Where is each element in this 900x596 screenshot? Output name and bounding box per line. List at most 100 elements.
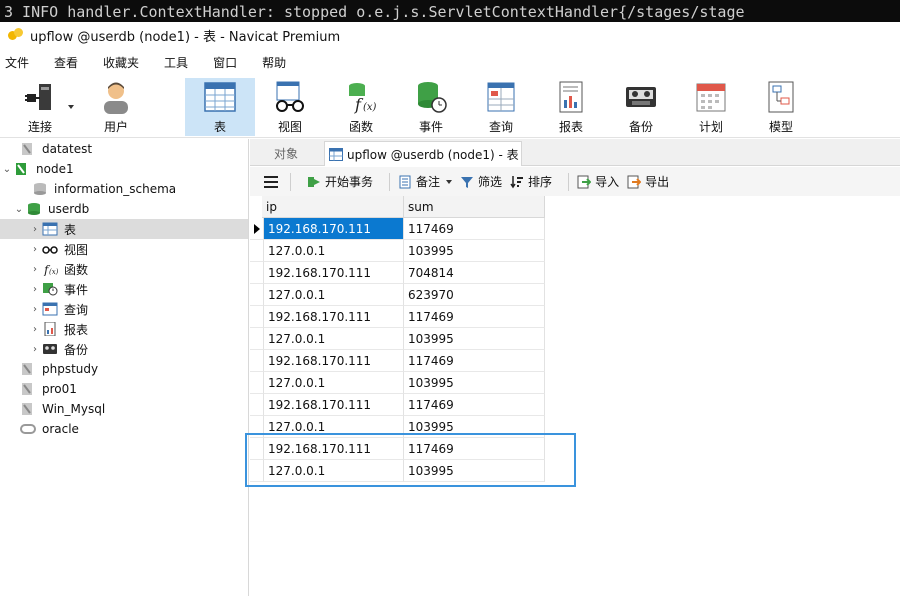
tree-item-phpstudy[interactable]: phpstudy <box>0 359 248 379</box>
row-marker[interactable] <box>250 284 264 306</box>
oracle-connection-icon <box>20 422 36 436</box>
import-icon <box>577 175 592 189</box>
chevron-right-icon[interactable]: › <box>30 224 40 235</box>
begin-transaction-button[interactable]: 开始事务 <box>307 173 373 190</box>
tab-upflow-table[interactable]: upflow @userdb (node1) - 表 <box>324 141 522 166</box>
report-icon <box>554 80 588 114</box>
current-row-indicator[interactable] <box>250 218 264 240</box>
chevron-right-icon[interactable]: › <box>30 244 40 255</box>
chevron-down-icon[interactable]: ⌄ <box>2 164 12 175</box>
tree-item-queries[interactable]: › 查询 <box>0 299 248 319</box>
view-glasses-icon <box>42 242 58 256</box>
cell-sum[interactable]: 704814 <box>404 262 545 284</box>
tree-item-information-schema[interactable]: information_schema <box>0 179 248 199</box>
chevron-right-icon[interactable]: › <box>30 284 40 295</box>
event-button[interactable]: 事件 <box>403 78 459 136</box>
menu-window[interactable]: 窗口 <box>208 54 242 71</box>
chevron-down-icon[interactable]: ⌄ <box>14 204 24 215</box>
row-marker[interactable] <box>250 394 264 416</box>
cell-ip[interactable]: 192.168.170.111 <box>264 350 404 372</box>
connect-dropdown[interactable] <box>68 78 78 136</box>
memo-button[interactable]: 备注 <box>398 173 453 190</box>
tab-objects[interactable]: 对象 <box>250 141 322 166</box>
report-label: 报表 <box>558 120 583 134</box>
cell-ip[interactable]: 192.168.170.111 <box>264 306 404 328</box>
title-bar: upflow @userdb (node1) - 表 - Navicat Pre… <box>0 22 900 48</box>
connection-icon <box>20 142 36 156</box>
menu-help[interactable]: 帮助 <box>257 54 291 71</box>
view-button[interactable]: 视图 <box>262 78 318 136</box>
menu-file[interactable]: 文件 <box>0 54 34 71</box>
function-button[interactable]: f (x) 函数 <box>333 78 389 136</box>
filter-button[interactable]: 筛选 <box>460 173 502 190</box>
hamburger-menu-button[interactable] <box>264 175 278 188</box>
cell-sum[interactable]: 117469 <box>404 350 545 372</box>
cell-sum[interactable]: 103995 <box>404 372 545 394</box>
cell-ip[interactable]: 127.0.0.1 <box>264 328 404 350</box>
table-row[interactable]: 127.0.0.1 103995 <box>250 372 545 394</box>
column-header-sum[interactable]: sum <box>404 196 545 218</box>
chevron-down-icon[interactable] <box>446 179 453 184</box>
tree-item-tables[interactable]: › 表 <box>0 219 248 239</box>
cell-sum[interactable]: 103995 <box>404 240 545 262</box>
user-button[interactable]: 用户 <box>90 78 142 136</box>
table-row[interactable]: 127.0.0.1 103995 <box>250 240 545 262</box>
svg-text:(x): (x) <box>49 268 58 276</box>
report-button[interactable]: 报表 <box>543 78 599 136</box>
chevron-right-icon[interactable]: › <box>30 344 40 355</box>
tree-item-datatest[interactable]: datatest <box>0 139 248 159</box>
model-button[interactable]: 模型 <box>753 78 809 136</box>
cell-sum[interactable]: 623970 <box>404 284 545 306</box>
chevron-right-icon[interactable]: › <box>30 324 40 335</box>
sort-icon <box>510 175 524 189</box>
tree-item-win-mysql[interactable]: Win_Mysql <box>0 399 248 419</box>
menu-favorites[interactable]: 收藏夹 <box>98 54 144 71</box>
export-button[interactable]: 导出 <box>627 173 669 190</box>
table-row[interactable]: 192.168.170.111 117469 <box>250 218 545 240</box>
table-row[interactable]: 192.168.170.111 117469 <box>250 306 545 328</box>
cell-ip[interactable]: 127.0.0.1 <box>264 284 404 306</box>
chevron-right-icon[interactable]: › <box>30 304 40 315</box>
sort-button[interactable]: 排序 <box>510 173 552 190</box>
column-header-ip[interactable]: ip <box>262 196 404 218</box>
row-marker[interactable] <box>250 306 264 328</box>
table-button[interactable]: 表 <box>185 78 255 136</box>
row-marker[interactable] <box>250 328 264 350</box>
schedule-button[interactable]: 计划 <box>683 78 739 136</box>
tree-item-oracle[interactable]: oracle <box>0 419 248 439</box>
toolbar-separator <box>389 172 391 191</box>
row-marker[interactable] <box>250 240 264 262</box>
tree-item-userdb[interactable]: ⌄ userdb <box>0 199 248 219</box>
row-marker[interactable] <box>250 350 264 372</box>
backup-button[interactable]: 备份 <box>613 78 669 136</box>
tree-item-views[interactable]: › 视图 <box>0 239 248 259</box>
row-marker[interactable] <box>250 372 264 394</box>
cell-sum[interactable]: 117469 <box>404 218 545 240</box>
table-row[interactable]: 127.0.0.1 623970 <box>250 284 545 306</box>
menu-tools[interactable]: 工具 <box>159 54 193 71</box>
tree-item-node1[interactable]: ⌄ node1 <box>0 159 248 179</box>
tree-item-reports[interactable]: › 报表 <box>0 319 248 339</box>
menu-view[interactable]: 查看 <box>49 54 83 71</box>
row-marker[interactable] <box>250 262 264 284</box>
chevron-right-icon[interactable]: › <box>30 264 40 275</box>
cell-ip[interactable]: 192.168.170.111 <box>264 394 404 416</box>
cell-sum[interactable]: 103995 <box>404 328 545 350</box>
cell-ip[interactable]: 192.168.170.111 <box>264 218 404 240</box>
tree-item-backups[interactable]: › 备份 <box>0 339 248 359</box>
connect-button[interactable]: 连接 <box>14 78 66 136</box>
query-button[interactable]: 查询 <box>473 78 529 136</box>
cell-ip[interactable]: 192.168.170.111 <box>264 262 404 284</box>
tree-item-events[interactable]: › 事件 <box>0 279 248 299</box>
cell-ip[interactable]: 127.0.0.1 <box>264 240 404 262</box>
table-row[interactable]: 192.168.170.111 117469 <box>250 394 545 416</box>
cell-sum[interactable]: 117469 <box>404 394 545 416</box>
table-row[interactable]: 127.0.0.1 103995 <box>250 328 545 350</box>
cell-sum[interactable]: 117469 <box>404 306 545 328</box>
tree-item-functions[interactable]: › f (x) 函数 <box>0 259 248 279</box>
table-row[interactable]: 192.168.170.111 117469 <box>250 350 545 372</box>
import-button[interactable]: 导入 <box>577 173 619 190</box>
tree-item-pro01[interactable]: pro01 <box>0 379 248 399</box>
table-row[interactable]: 192.168.170.111 704814 <box>250 262 545 284</box>
cell-ip[interactable]: 127.0.0.1 <box>264 372 404 394</box>
